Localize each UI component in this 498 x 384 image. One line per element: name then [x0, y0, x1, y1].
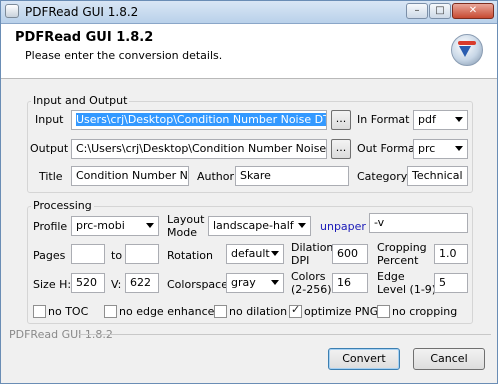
colorspace-label: Colorspace [167, 278, 228, 291]
colors-label-line1: Colors [291, 270, 326, 283]
edge-level-label-line1: Edge [377, 270, 405, 283]
cropping-percent-label-line2: Percent [377, 254, 419, 267]
profile-select[interactable]: prc-mobi [71, 216, 159, 236]
category-text: Technical [412, 169, 463, 182]
profile-label: Profile [33, 220, 68, 233]
unpaper-args-text: -v [374, 216, 385, 229]
category-label: Category [357, 170, 408, 183]
no-edge-enhance-label[interactable]: no edge enhance [119, 305, 214, 318]
close-button[interactable]: ✕ [452, 3, 494, 19]
size-h-field[interactable]: 520 [71, 273, 105, 293]
output-path-text: C:\Users\crj\Desktop\Condition Number No… [76, 142, 327, 155]
colors-text: 16 [337, 276, 351, 289]
cropping-percent-label-line1: Cropping [377, 241, 427, 254]
size-v-text: 622 [130, 276, 151, 289]
output-label: Output [30, 142, 69, 155]
logo-band [458, 41, 476, 45]
colorspace-select[interactable]: gray [226, 273, 284, 293]
pages-to-field[interactable] [125, 244, 159, 264]
dilation-dpi-text: 600 [337, 247, 358, 260]
cancel-button[interactable]: Cancel [413, 348, 485, 370]
pages-from-field[interactable] [71, 244, 105, 264]
chevron-down-icon [271, 251, 279, 256]
chevron-down-icon [455, 146, 463, 151]
layout-mode-label-line2: Mode [167, 226, 197, 239]
author-field[interactable]: Skare [235, 166, 349, 186]
convert-button[interactable]: Convert [328, 348, 400, 370]
input-browse-button[interactable]: ... [331, 110, 351, 130]
category-field[interactable]: Technical [407, 166, 468, 186]
colors-label-line2: (2-256) [291, 283, 332, 296]
unpaper-args-field[interactable]: -v [369, 213, 468, 233]
footer-divider [79, 334, 491, 335]
no-dilation-checkbox[interactable] [214, 305, 227, 318]
cropping-percent-text: 1.0 [439, 247, 457, 260]
out-format-value: prc [418, 142, 436, 155]
out-format-label: Out Format [357, 142, 420, 155]
rotation-value: default [231, 247, 270, 260]
layout-mode-value: landscape-half [213, 219, 294, 232]
maximize-button[interactable]: □ [429, 3, 451, 19]
logo-arrow [459, 46, 471, 57]
chevron-down-icon [271, 280, 279, 285]
no-edge-enhance-checkbox[interactable] [104, 305, 117, 318]
input-output-group-label: Input and Output [31, 94, 130, 107]
dilation-dpi-label-line2: DPI [291, 254, 310, 267]
header-title: PDFRead GUI 1.8.2 [15, 30, 154, 45]
title-text: Condition Number Noise [76, 169, 188, 182]
size-h-text: 520 [76, 276, 97, 289]
input-path-text: Users\crj\Desktop\Condition Number Noise… [76, 113, 326, 126]
rotation-label: Rotation [167, 249, 214, 262]
colors-field[interactable]: 16 [332, 273, 368, 293]
minimize-button[interactable]: – [406, 3, 428, 19]
in-format-label: In Format [357, 113, 410, 126]
layout-mode-select[interactable]: landscape-half [208, 216, 311, 236]
chevron-down-icon [455, 117, 463, 122]
no-cropping-checkbox[interactable] [377, 305, 390, 318]
output-path-field[interactable]: C:\Users\crj\Desktop\Condition Number No… [71, 139, 327, 159]
author-label: Author [197, 170, 235, 183]
title-bar[interactable]: PDFRead GUI 1.8.2 – □ ✕ [1, 1, 497, 24]
edge-level-field[interactable]: 5 [434, 273, 468, 293]
chevron-down-icon [146, 223, 154, 228]
layout-mode-label-line1: Layout [167, 213, 205, 226]
output-browse-button[interactable]: ... [331, 139, 351, 159]
pages-label: Pages [33, 249, 66, 262]
unpaper-link[interactable]: unpaper [320, 220, 366, 233]
pages-to-label: to [111, 249, 123, 262]
no-toc-label[interactable]: no TOC [48, 305, 88, 318]
author-text: Skare [240, 169, 271, 182]
size-v-field[interactable]: 622 [125, 273, 159, 293]
no-cropping-label[interactable]: no cropping [392, 305, 457, 318]
cropping-percent-field[interactable]: 1.0 [434, 244, 468, 264]
optimize-pngs-label[interactable]: optimize PNGs [304, 305, 384, 318]
pdfread-window: PDFRead GUI 1.8.2 – □ ✕ PDFRead GUI 1.8.… [0, 0, 498, 384]
input-path-field[interactable]: Users\crj\Desktop\Condition Number Noise… [71, 110, 327, 130]
in-format-select[interactable]: pdf [413, 110, 468, 130]
dilation-dpi-field[interactable]: 600 [332, 244, 368, 264]
title-field[interactable]: Condition Number Noise [71, 166, 189, 186]
rotation-select[interactable]: default [226, 244, 284, 264]
size-h-label: Size H: [33, 278, 72, 291]
window-title: PDFRead GUI 1.8.2 [25, 5, 139, 19]
header-subtitle: Please enter the conversion details. [25, 49, 223, 62]
edge-level-text: 5 [439, 276, 446, 289]
processing-group-label: Processing [31, 199, 94, 212]
app-icon[interactable] [5, 4, 19, 18]
optimize-pngs-checkbox[interactable] [289, 303, 302, 318]
out-format-select[interactable]: prc [413, 139, 468, 159]
input-label: Input [35, 113, 64, 126]
colorspace-value: gray [231, 276, 256, 289]
edge-level-label-line2: Level (1-9) [377, 283, 437, 296]
title-label: Title [39, 170, 63, 183]
dilation-dpi-label-line1: Dilation [291, 241, 334, 254]
in-format-value: pdf [418, 113, 436, 126]
no-toc-checkbox[interactable] [33, 305, 46, 318]
chevron-down-icon [298, 223, 306, 228]
size-v-label: V: [111, 278, 122, 291]
profile-value: prc-mobi [76, 219, 125, 232]
wizard-header: PDFRead GUI 1.8.2 Please enter the conve… [1, 24, 497, 79]
no-dilation-label[interactable]: no dilation [229, 305, 287, 318]
pdfread-logo-icon [451, 34, 483, 66]
